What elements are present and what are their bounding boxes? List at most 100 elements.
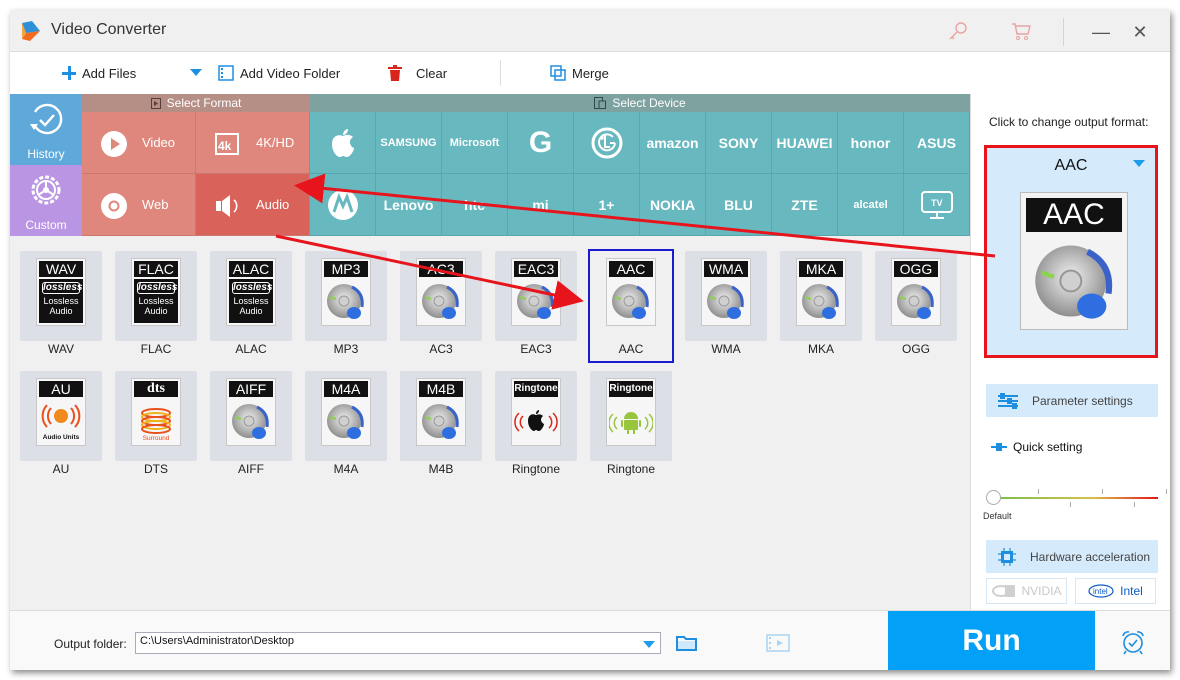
- device-blu[interactable]: BLU: [706, 174, 772, 236]
- svg-text:4k: 4k: [218, 139, 232, 153]
- format-tag: FLAC: [134, 261, 178, 277]
- format-item-wma[interactable]: WMA WMA: [685, 251, 767, 361]
- format-item-label: MKA: [807, 342, 834, 356]
- add-video-folder-button[interactable]: Add Video Folder: [218, 52, 340, 94]
- quality-slider[interactable]: [986, 484, 1167, 514]
- format-audio[interactable]: Audio: [196, 174, 310, 236]
- format-item-ringtone-apple[interactable]: Ringtone Ringtone: [495, 371, 577, 481]
- select-device-panel: Select Device Apple SAMSUNG Microsoft G LG am…: [310, 94, 970, 236]
- device-honor[interactable]: honor: [838, 112, 904, 174]
- device-tv[interactable]: TVTV: [904, 174, 970, 236]
- disc-music-icon: [422, 284, 459, 319]
- device-amazon[interactable]: amazon: [640, 112, 706, 174]
- device-1-[interactable]: 1+: [574, 174, 640, 236]
- video-folder-icon[interactable]: [766, 633, 790, 653]
- device-lg[interactable]: LG: [574, 112, 640, 174]
- app-logo-icon: [22, 21, 40, 41]
- close-button[interactable]: ✕: [1125, 18, 1155, 46]
- format-item-mka[interactable]: MKA MKA: [780, 251, 862, 361]
- device-asus[interactable]: ASUS: [904, 112, 970, 174]
- folder-open-icon[interactable]: [676, 634, 698, 652]
- lossless-line2: Audio: [144, 306, 168, 316]
- output-format-thumbnail: AAC: [1020, 192, 1128, 330]
- device-huawei[interactable]: HUAWEI: [772, 112, 838, 174]
- device-lenovo[interactable]: Lenovo: [376, 174, 442, 236]
- left-nav: History Custom: [10, 94, 82, 236]
- disc-music-icon: [707, 284, 744, 319]
- disc-music-icon: [612, 284, 649, 319]
- device-htc[interactable]: htc: [442, 174, 508, 236]
- format-item-label: AU: [52, 462, 70, 476]
- motorola-logo-icon: [327, 189, 358, 220]
- merge-label: Merge: [572, 65, 609, 81]
- merge-button[interactable]: Merge: [550, 52, 609, 94]
- format-item-dts[interactable]: dts Surround DTS: [115, 371, 197, 481]
- device-motorola[interactable]: Motorola: [310, 174, 376, 236]
- nvidia-button[interactable]: NVIDIA: [986, 578, 1067, 604]
- run-button[interactable]: Run: [888, 611, 1095, 670]
- history-button[interactable]: History: [10, 94, 82, 165]
- hardware-acceleration-button[interactable]: Hardware acceleration: [986, 540, 1158, 573]
- parameter-settings-label: Parameter settings: [1032, 393, 1133, 408]
- nvidia-logo-icon: [992, 585, 1016, 597]
- slider-knob[interactable]: [986, 490, 1001, 505]
- device-logo-label: Microsoft: [449, 136, 500, 149]
- format-item-wav[interactable]: WAV lossless Lossless Audio WAV: [20, 251, 102, 361]
- format-item-au[interactable]: AU Audio Units AU: [20, 371, 102, 481]
- device-nokia[interactable]: NOKIA: [640, 174, 706, 236]
- merge-icon: [550, 65, 566, 81]
- format-item-alac[interactable]: ALAC lossless Lossless Audio ALAC: [210, 251, 292, 361]
- intel-button[interactable]: intel Intel: [1075, 578, 1156, 604]
- chevron-down-icon: [190, 69, 202, 76]
- output-folder-dropdown[interactable]: [643, 641, 655, 648]
- format-item-aiff[interactable]: AIFF AIFF: [210, 371, 292, 481]
- svg-text:Surround: Surround: [143, 435, 170, 442]
- minimize-button[interactable]: —: [1086, 18, 1116, 46]
- format-item-eac3[interactable]: EAC3 EAC3: [495, 251, 577, 361]
- format-item-label: WAV: [48, 342, 74, 356]
- format-item-ac3[interactable]: AC3 AC3: [400, 251, 482, 361]
- format-thumbnail: Ringtone: [511, 378, 561, 446]
- format-web[interactable]: Web: [82, 174, 196, 236]
- android-ringtone-icon: [609, 412, 653, 434]
- format-thumbnail: OGG: [891, 258, 941, 326]
- device-microsoft[interactable]: Microsoft: [442, 112, 508, 174]
- output-format-selector[interactable]: AAC AAC: [984, 145, 1158, 358]
- format-item-ringtone-android[interactable]: Ringtone Ringtone: [590, 371, 672, 481]
- add-files-button[interactable]: Add Files: [62, 52, 136, 94]
- lossless-line2: Audio: [49, 306, 73, 316]
- device-alcatel[interactable]: alcatel: [838, 174, 904, 236]
- device-g[interactable]: G: [508, 112, 574, 174]
- disc-music-icon: [897, 284, 934, 319]
- speaker-icon: [216, 195, 238, 217]
- custom-button[interactable]: Custom: [10, 165, 82, 236]
- alarm-clock-icon[interactable]: [1120, 629, 1146, 655]
- format-thumbnail: EAC3: [511, 258, 561, 326]
- add-files-dropdown[interactable]: [190, 52, 202, 94]
- device-apple[interactable]: Apple: [310, 112, 376, 174]
- format-item-aac[interactable]: AAC AAC: [588, 249, 674, 363]
- clear-button[interactable]: Clear: [388, 52, 447, 94]
- format-item-m4a[interactable]: M4A M4A: [305, 371, 387, 481]
- parameter-settings-button[interactable]: Parameter settings: [986, 384, 1158, 417]
- format-4k-hd[interactable]: 4k 4K/HD: [196, 112, 310, 174]
- format-item-m4b[interactable]: M4B M4B: [400, 371, 482, 481]
- lossless-line2: Audio: [239, 306, 263, 316]
- cart-icon[interactable]: [1010, 20, 1032, 42]
- format-video[interactable]: Video: [82, 112, 196, 174]
- select-device-title: Select Device: [612, 96, 686, 110]
- format-item-mp3[interactable]: MP3 MP3: [305, 251, 387, 361]
- format-item-label: AIFF: [238, 462, 264, 476]
- device-mi[interactable]: mi: [508, 174, 574, 236]
- output-folder-input[interactable]: C:\Users\Administrator\Desktop: [135, 632, 661, 654]
- format-item-flac[interactable]: FLAC lossless Lossless Audio FLAC: [115, 251, 197, 361]
- format-item-ogg[interactable]: OGG OGG: [875, 251, 957, 361]
- intel-logo-icon: intel: [1088, 584, 1114, 598]
- device-logo-label: mi: [532, 196, 549, 213]
- device-sony[interactable]: SONY: [706, 112, 772, 174]
- device-zte[interactable]: ZTE: [772, 174, 838, 236]
- key-icon[interactable]: [947, 20, 969, 42]
- slider-track[interactable]: [996, 497, 1158, 499]
- disc-music-icon: [517, 284, 554, 319]
- device-samsung[interactable]: SAMSUNG: [376, 112, 442, 174]
